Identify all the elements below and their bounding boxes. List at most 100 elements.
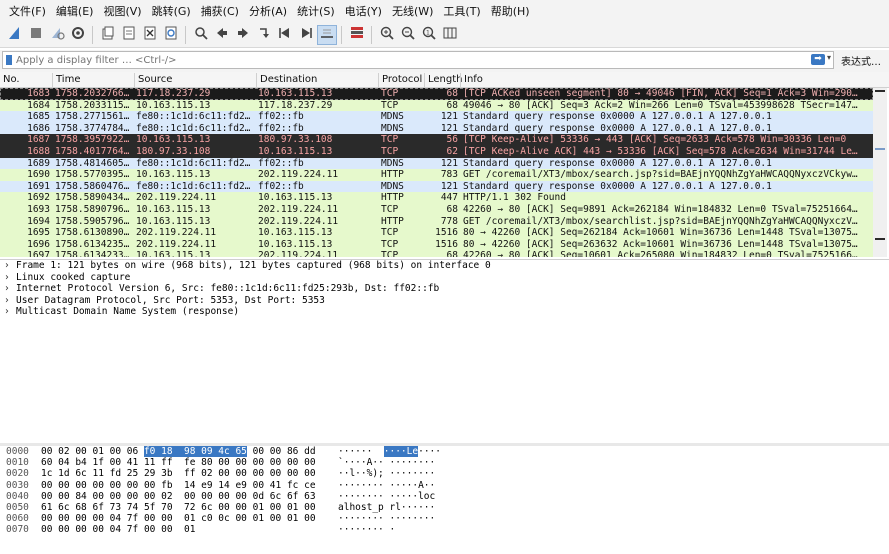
resize-columns-button[interactable]	[440, 25, 460, 45]
column-header-no[interactable]: No.	[0, 73, 52, 87]
zoom-out-button[interactable]	[398, 25, 418, 45]
packet-row[interactable]: 1683 1758.2032766… 117.18.237.29 10.163.115…	[0, 88, 873, 100]
hex-bytes[interactable]: 61 6c 68 6f 73 74 5f 70 72 6c 00 00 01 0…	[41, 502, 316, 513]
menu-item-6[interactable]: 统计(S)	[292, 3, 340, 19]
menu-item-1[interactable]: 编辑(E)	[51, 3, 99, 19]
packet-cell-no: 1687	[27, 134, 50, 146]
expand-arrow-icon[interactable]: ›	[4, 306, 16, 318]
menu-item-7[interactable]: 电话(Y)	[340, 3, 387, 19]
packet-cell-dst: 202.119.224.11	[258, 169, 339, 181]
hex-row: 0000 00 02 00 01 00 06 f0 18 98 09 4c 65 …	[0, 446, 889, 457]
ascii-bytes[interactable]: `····A·· ········	[338, 457, 435, 468]
menu-item-10[interactable]: 帮助(H)	[486, 3, 535, 19]
first-packet-button[interactable]	[275, 25, 295, 45]
hex-bytes[interactable]: 00 00 00 00 04 7f 00 00 01 c0 0c 00 01 0…	[41, 513, 316, 524]
shark-fin-start-button[interactable]	[5, 25, 25, 45]
ascii-bytes[interactable]: ··l··%); ········	[338, 468, 435, 479]
detail-tree-item[interactable]: › Linux cooked capture	[0, 272, 889, 284]
menu-item-9[interactable]: 工具(T)	[438, 3, 485, 19]
packet-row[interactable]: 1689 1758.4814605… fe80::1c1d:6c11:fd2… ff0…	[0, 157, 873, 170]
packet-cell-src: fe80::1c1d:6c11:fd2…	[136, 111, 251, 123]
expand-arrow-icon[interactable]: ›	[4, 283, 16, 295]
zoom-in-button[interactable]	[377, 25, 397, 45]
open-file-button[interactable]	[98, 25, 118, 45]
column-header-length[interactable]: Length	[424, 73, 463, 87]
packet-row[interactable]: 1685 1758.2771561… fe80::1c1d:6c11:fd2… ff0…	[0, 111, 873, 123]
column-header-time[interactable]: Time	[52, 73, 134, 87]
apply-filter-button[interactable]: ➡	[811, 54, 825, 65]
detail-tree-item[interactable]: › Frame 1: 121 bytes on wire (968 bits), …	[0, 260, 889, 272]
column-header-protocol[interactable]: Protocol	[378, 73, 424, 87]
detail-tree-label: Internet Protocol Version 6, Src: fe80::…	[16, 283, 440, 295]
shark-fin-start-icon	[7, 25, 23, 44]
expand-arrow-icon[interactable]: ›	[4, 260, 16, 272]
packet-row[interactable]: 1696 1758.6134235… 202.119.224.11 10.163.11…	[0, 238, 873, 251]
packet-row[interactable]: 1688 1758.4017764… 180.97.33.108 10.163.115…	[0, 145, 873, 158]
column-header-destination[interactable]: Destination	[256, 73, 378, 87]
colorize-button[interactable]	[347, 25, 367, 45]
packet-row[interactable]: 1692 1758.5890434… 202.119.224.11 10.163.11…	[0, 192, 873, 204]
packet-cell-src: fe80::1c1d:6c11:fd2…	[136, 122, 251, 134]
menu-item-5[interactable]: 分析(A)	[244, 3, 292, 19]
packet-row[interactable]: 1690 1758.5770395… 10.163.115.13 202.119.22…	[0, 169, 873, 181]
hex-bytes[interactable]: 00 00 00 00 00 00 00 fb 14 e9 14 e9 00 4…	[41, 480, 316, 491]
menu-item-0[interactable]: 文件(F)	[4, 3, 51, 19]
packet-cell-no: 1696	[27, 238, 50, 250]
packet-row[interactable]: 1691 1758.5860476… fe80::1c1d:6c11:fd2… ff0…	[0, 180, 873, 193]
packet-list[interactable]: 1683 1758.2032766… 117.18.237.29 10.163.115…	[0, 88, 873, 257]
column-header-info[interactable]: Info	[460, 73, 872, 87]
close-file-button[interactable]	[140, 25, 160, 45]
ascii-bytes[interactable]: ········ ·	[338, 524, 395, 535]
packet-row[interactable]: 1687 1758.3957922… 10.163.115.13 180.97.33.…	[0, 134, 873, 146]
menu-item-4[interactable]: 捕获(C)	[196, 3, 244, 19]
detail-tree-item[interactable]: › Internet Protocol Version 6, Src: fe80:…	[0, 283, 889, 295]
packet-cell-info: HTTP/1.1 302 Found	[463, 192, 566, 204]
expand-arrow-icon[interactable]: ›	[4, 272, 16, 284]
menu-item-2[interactable]: 视图(V)	[98, 3, 146, 19]
packet-row[interactable]: 1686 1758.3774784… fe80::1c1d:6c11:fd2… ff0…	[0, 122, 873, 135]
save-file-button[interactable]	[119, 25, 139, 45]
options-gear-button[interactable]	[68, 25, 88, 45]
detail-tree-item[interactable]: › Multicast Domain Name System (response)	[0, 306, 889, 318]
ascii-bytes[interactable]: ········ ·····A··	[338, 480, 435, 491]
reload-button[interactable]	[161, 25, 181, 45]
normal-size-button[interactable]: 1	[419, 25, 439, 45]
hex-bytes[interactable]: 60 04 b4 1f 00 41 11 ff fe 80 00 00 00 0…	[41, 457, 316, 468]
hex-bytes[interactable]: 00 00 84 00 00 00 00 02 00 00 00 00 0d 6…	[41, 491, 316, 502]
hex-bytes[interactable]: 00 00 00 00 04 7f 00 00 01	[41, 524, 195, 535]
packet-cell-proto: TCP	[381, 145, 399, 157]
forward-arrow-button[interactable]	[233, 25, 253, 45]
packet-row[interactable]: 1695 1758.6130890… 202.119.224.11 10.163.11…	[0, 227, 873, 239]
packet-row[interactable]: 1697 1758.6134233… 10.163.115.13 202.119.22…	[0, 250, 873, 257]
hex-bytes[interactable]: 00 02 00 01 00 06 f0 18 98 09 4c 65 00 0…	[41, 446, 316, 457]
detail-tree-item[interactable]: › User Datagram Protocol, Src Port: 5353,…	[0, 295, 889, 307]
menu-item-3[interactable]: 跳转(G)	[147, 3, 196, 19]
hex-bytes[interactable]: 1c 1d 6c 11 fd 25 29 3b ff 02 00 00 00 0…	[41, 468, 316, 479]
expand-arrow-icon[interactable]: ›	[4, 295, 16, 307]
ascii-bytes[interactable]: alhost_p rl······	[338, 502, 435, 513]
autoscroll-button[interactable]	[316, 24, 337, 45]
last-packet-button[interactable]	[296, 25, 316, 45]
packet-cell-info: [TCP Keep-Alive] 53336 → 443 [ACK] Seq=2…	[463, 134, 847, 146]
ascii-bytes[interactable]: ······ ····Le····	[338, 446, 441, 457]
display-filter-input[interactable]	[16, 53, 796, 67]
go-to-packet-button[interactable]	[254, 25, 274, 45]
ascii-bytes[interactable]: ········ ········	[338, 513, 435, 524]
packet-row[interactable]: 1693 1758.5890796… 10.163.115.13 202.119.22…	[0, 203, 873, 216]
packet-row[interactable]: 1684 1758.2033115… 10.163.115.13 117.18.237…	[0, 99, 873, 112]
packet-cell-time: 1758.5890796…	[55, 203, 130, 215]
bookmark-icon[interactable]	[6, 55, 12, 65]
column-header-source[interactable]: Source	[134, 73, 256, 87]
back-arrow-button[interactable]	[212, 25, 232, 45]
stop-button[interactable]	[26, 25, 46, 45]
packet-cell-src: 202.119.224.11	[136, 238, 217, 250]
filter-history-dropdown[interactable]: ▾	[827, 53, 831, 62]
packet-list-scrollbar[interactable]	[873, 88, 887, 257]
ascii-bytes[interactable]: ········ ·····loc	[338, 491, 435, 502]
packet-row[interactable]: 1694 1758.5905796… 10.163.115.13 202.119.22…	[0, 215, 873, 228]
find-button[interactable]	[191, 25, 211, 45]
expression-button[interactable]: 表达式…	[841, 53, 881, 68]
packet-cell-time: 1758.5860476…	[55, 180, 130, 192]
restart-button[interactable]	[47, 25, 67, 45]
menu-item-8[interactable]: 无线(W)	[387, 3, 438, 19]
